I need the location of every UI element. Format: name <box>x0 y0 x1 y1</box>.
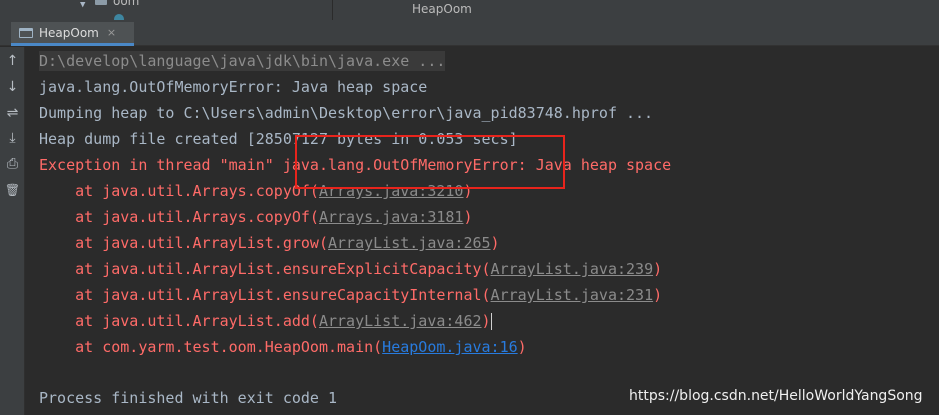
stack-frame-text: at java.util.ArrayList.ensureExplicitCap… <box>39 260 491 278</box>
stack-frame: at java.util.ArrayList.add(ArrayList.jav… <box>39 311 492 331</box>
stack-frame: at java.util.ArrayList.ensureExplicitCap… <box>39 259 662 279</box>
stack-frame: at java.util.Arrays.copyOf(Arrays.java:3… <box>39 207 473 227</box>
source-link-user[interactable]: HeapOom.java:16 <box>382 338 517 356</box>
stack-frame-close: ) <box>653 286 663 304</box>
console-toolbar: ↑ ↓ ⇌ ⤓ ⎙ 🗑 <box>0 47 25 415</box>
trash-icon[interactable]: 🗑 <box>3 181 22 200</box>
up-arrow-icon[interactable]: ↑ <box>3 52 22 71</box>
stack-frame-close: ) <box>463 208 473 226</box>
source-link[interactable]: ArrayList.java:462 <box>319 312 482 330</box>
stack-frame-text: at java.util.Arrays.copyOf( <box>39 208 319 226</box>
source-link[interactable]: ArrayList.java:231 <box>491 286 654 304</box>
soft-wrap-icon[interactable]: ⇌ <box>3 104 22 123</box>
stack-frame-text: at java.util.ArrayList.add( <box>39 312 319 330</box>
stack-frame-close: ) <box>653 260 663 278</box>
command-line[interactable]: D:\develop\language\java\jdk\bin\java.ex… <box>39 51 446 71</box>
console-output[interactable]: D:\develop\language\java\jdk\bin\java.ex… <box>26 47 939 415</box>
tree-item-oom[interactable]: oom <box>113 0 139 8</box>
tree-expand-arrow-icon[interactable]: ▼ <box>80 0 85 10</box>
annotation-highlight-box <box>295 135 565 189</box>
watermark: https://blog.csdn.net/HelloWorldYangSong <box>629 388 923 404</box>
stack-frame-close: ) <box>517 338 527 356</box>
run-tab-label: HeapOom <box>39 25 99 40</box>
run-tab-heapoom[interactable]: HeapOom × <box>11 22 134 46</box>
editor-title: HeapOom <box>412 2 472 16</box>
stack-frame-text: at java.util.Arrays.copyOf( <box>39 182 319 200</box>
run-window-icon <box>19 27 33 38</box>
stack-frame-close: ) <box>490 234 500 252</box>
stack-frame-text: at com.yarm.test.oom.HeapOom.main( <box>39 338 383 356</box>
scroll-to-end-icon[interactable]: ⤓ <box>3 129 22 148</box>
stack-frame-text: at java.util.ArrayList.grow( <box>39 234 328 252</box>
oom-message: java.lang.OutOfMemoryError: Java heap sp… <box>39 78 428 96</box>
stack-frame: at com.yarm.test.oom.HeapOom.main(HeapOo… <box>39 337 527 357</box>
run-tab-bar: HeapOom × <box>0 20 939 46</box>
text-caret <box>490 313 492 330</box>
stack-frame: at java.util.ArrayList.ensureCapacityInt… <box>39 285 662 305</box>
source-link[interactable]: ArrayList.java:265 <box>328 234 491 252</box>
stack-frame: at java.util.ArrayList.grow(ArrayList.ja… <box>39 233 500 253</box>
stack-frame-close: ) <box>481 312 491 330</box>
project-tree: ▼ oom <box>0 0 333 20</box>
folder-icon <box>95 0 107 5</box>
top-strip: ▼ oom HeapOom <box>0 0 939 20</box>
heap-dump-message: Dumping heap to C:\Users\admin\Desktop\e… <box>39 104 654 122</box>
exit-code-line: Process finished with exit code 1 <box>39 389 338 407</box>
source-link[interactable]: Arrays.java:3181 <box>319 208 464 226</box>
down-arrow-icon[interactable]: ↓ <box>3 78 22 97</box>
print-icon[interactable]: ⎙ <box>3 155 22 174</box>
close-icon[interactable]: × <box>107 26 116 39</box>
stack-frame-text: at java.util.ArrayList.ensureCapacityInt… <box>39 286 491 304</box>
source-link[interactable]: ArrayList.java:239 <box>491 260 654 278</box>
